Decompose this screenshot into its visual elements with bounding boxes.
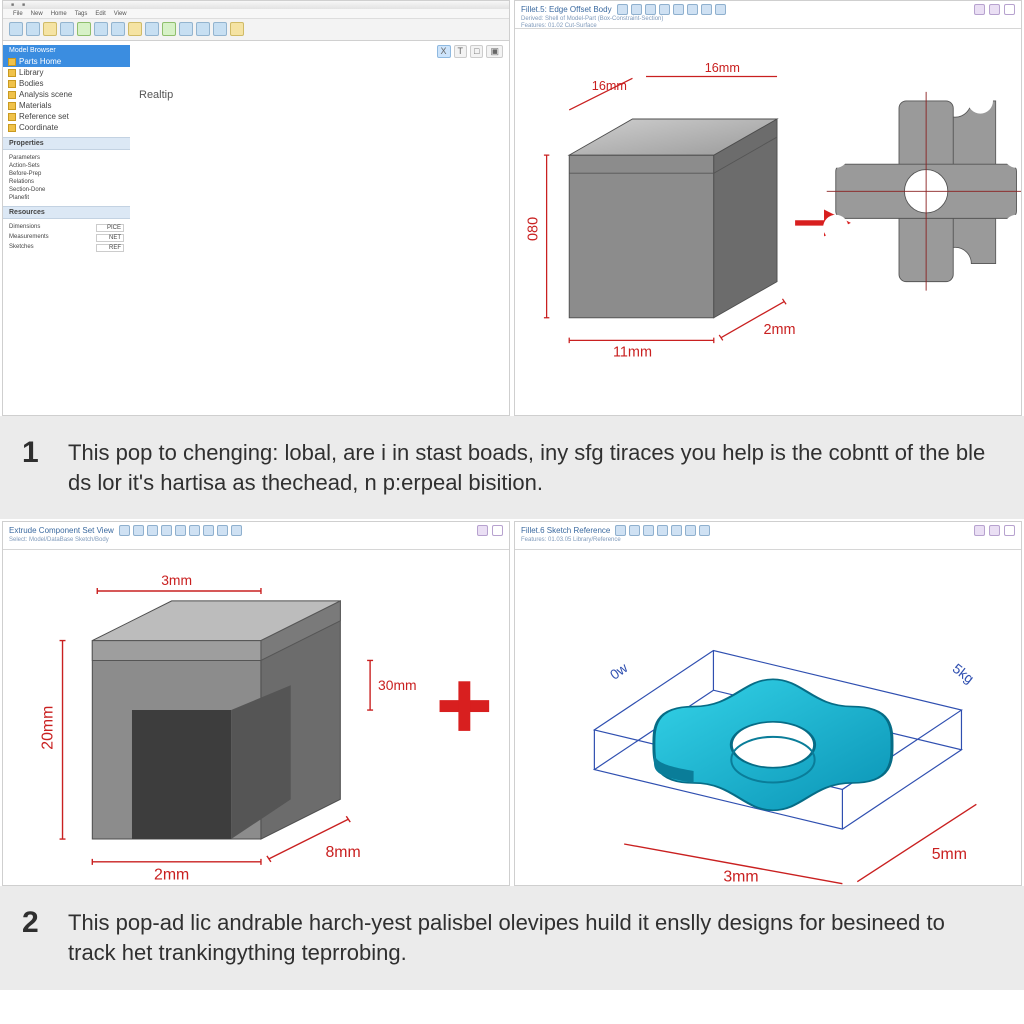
- ribbon-toolbar[interactable]: [3, 19, 509, 41]
- tree-header: Model Browser: [3, 45, 130, 56]
- viewport-c[interactable]: 3mm 2mm 8mm 20mm 30mm: [3, 550, 509, 885]
- step-text: This pop to chenging: lobal, are i in st…: [68, 438, 994, 497]
- cad-panel-c: Extrude Component Set View Select: Model…: [2, 521, 510, 886]
- svg-text:16mm: 16mm: [705, 61, 740, 75]
- cad-panel-b: Fillet.5: Edge Offset Body Derived: Shel…: [514, 0, 1022, 416]
- step-number: 1: [22, 438, 50, 468]
- step-2: 2 This pop-ad lic andrable harch-yest pa…: [0, 886, 1024, 989]
- panel-a-label: Realtip: [139, 89, 173, 101]
- svg-text:16mm: 16mm: [592, 79, 627, 93]
- svg-text:30mm: 30mm: [378, 678, 417, 694]
- menu-bar[interactable]: FileNew HomeTags EditView: [3, 9, 509, 19]
- svg-text:0w: 0w: [607, 659, 632, 683]
- panel-b-chrome: Fillet.5: Edge Offset Body Derived: Shel…: [515, 1, 1021, 29]
- window-controls[interactable]: [974, 4, 1015, 15]
- svg-text:5kg: 5kg: [950, 661, 977, 687]
- panel-c-toolbar[interactable]: [119, 525, 242, 536]
- close-icon: [1004, 4, 1015, 15]
- viewport-d[interactable]: 3mm 5mm 0w 5kg: [515, 550, 1021, 885]
- panel-b-toolbar[interactable]: [617, 4, 726, 15]
- panel-d-chrome: Fillet.6 Sketch Reference Features: 01.0…: [515, 522, 1021, 550]
- viewport-b[interactable]: 16mm 16mm 11mm 2mm 080: [515, 29, 1021, 415]
- view-tabs[interactable]: X T □ ▣: [437, 45, 503, 58]
- svg-text:2mm: 2mm: [154, 867, 189, 884]
- cad-panel-d: Fillet.6 Sketch Reference Features: 01.0…: [514, 521, 1022, 886]
- panel-c-chrome: Extrude Component Set View Select: Model…: [3, 522, 509, 550]
- window-controls[interactable]: [974, 525, 1015, 536]
- svg-text:2mm: 2mm: [763, 322, 795, 338]
- cad-panel-a: ■■ FileNew HomeTags EditView Model Brows…: [2, 0, 510, 416]
- close-icon: [1004, 525, 1015, 536]
- svg-text:8mm: 8mm: [325, 844, 360, 861]
- step-1: 1 This pop to chenging: lobal, are i in …: [0, 416, 1024, 519]
- svg-text:5mm: 5mm: [932, 846, 967, 863]
- step-number: 2: [22, 908, 50, 938]
- svg-text:3mm: 3mm: [161, 572, 192, 588]
- window-controls[interactable]: [477, 525, 503, 536]
- svg-text:11mm: 11mm: [613, 345, 652, 361]
- svg-text:3mm: 3mm: [723, 869, 758, 885]
- close-icon: [492, 525, 503, 536]
- svg-text:080: 080: [526, 217, 542, 241]
- svg-text:20mm: 20mm: [40, 706, 57, 750]
- window-chrome: ■■: [3, 1, 509, 9]
- panel-d-toolbar[interactable]: [615, 525, 710, 536]
- step-text: This pop-ad lic andrable harch-yest pali…: [68, 908, 994, 967]
- plus-icon: [440, 682, 490, 732]
